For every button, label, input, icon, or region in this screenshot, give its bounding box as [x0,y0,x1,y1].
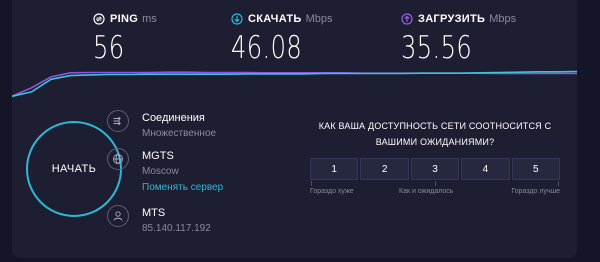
client-info: MTS 85.140.117.192 [107,205,211,237]
client-ip: 85.140.117.192 [142,223,211,234]
survey-question-line2: ВАШИМИ ОЖИДАНИЯМИ? [375,137,495,147]
results-panel: PING ms 56 СКАЧАТЬ Mbps 46.08 ЗАГРУЗИТЬ … [12,0,577,258]
connections-icon [107,110,129,132]
rating-option-4[interactable]: 4 [461,158,510,180]
ping-icon [93,13,105,25]
connections-title: Соединения [142,112,205,124]
upload-unit: Mbps [489,13,517,25]
scale-ticks [310,180,560,188]
server-info: MGTS Moscow Поменять сервер [107,148,223,196]
rating-scale: 1 2 3 4 5 [310,158,561,180]
download-unit: Mbps [305,13,333,25]
tick-low [311,181,312,186]
ping-unit: ms [142,13,157,25]
rating-option-2[interactable]: 2 [360,158,409,180]
speed-graph [12,70,577,98]
download-line [12,70,577,98]
server-city: Moscow [142,166,179,177]
tick-high [558,181,559,186]
survey-question-line1: КАК ВАША ДОСТУПНОСТЬ СЕТИ СООТНОСИТСЯ С [318,121,552,131]
rating-option-5[interactable]: 5 [511,158,561,180]
upload-line [12,71,577,98]
upload-metric: ЗАГРУЗИТЬ Mbps 35.56 [401,10,551,66]
satisfaction-survey: КАК ВАША ДОСТУПНОСТЬ СЕТИ СООТНОСИТСЯ С … [310,118,561,200]
globe-icon [107,148,129,170]
rating-option-1[interactable]: 1 [310,158,359,180]
scale-label-high: Гораздо лучше [511,188,560,195]
change-server-link[interactable]: Поменять сервер [142,180,223,196]
download-metric: СКАЧАТЬ Mbps 46.08 [231,10,381,66]
server-provider: MGTS [142,150,174,162]
upload-label: ЗАГРУЗИТЬ [418,13,486,25]
ping-metric: PING ms 56 [93,10,243,66]
ping-label: PING [110,13,139,25]
scale-labels: Гораздо хуже Как и ожидалось Гораздо луч… [310,188,560,200]
scale-label-mid: Как и ожидалось [399,188,454,195]
download-icon [231,13,243,25]
scale-label-low: Гораздо хуже [310,188,354,195]
connections-mode: Множественное [142,128,217,139]
tick-mid [435,181,436,186]
rating-option-3[interactable]: 3 [410,158,460,180]
connections-info: Соединения Множественное [107,110,216,142]
client-isp: MTS [142,207,166,219]
upload-icon [401,13,413,25]
download-label: СКАЧАТЬ [248,13,302,25]
user-icon [107,205,129,227]
